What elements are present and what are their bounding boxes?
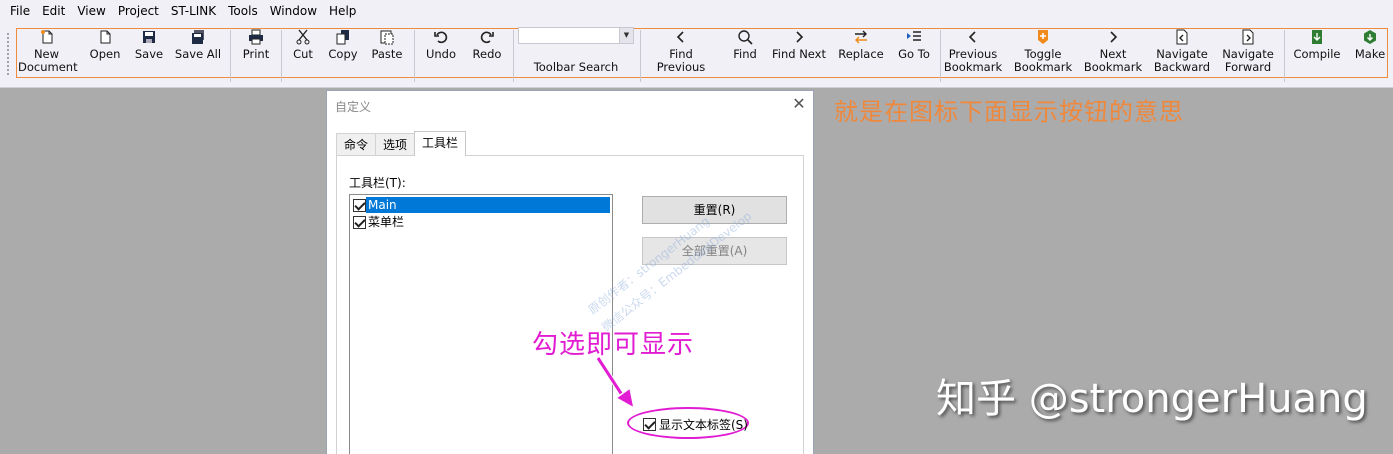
annotation-arrow-icon <box>595 356 636 410</box>
navigate-forward-button[interactable]: Navigate Forward <box>1218 28 1278 78</box>
replace-button[interactable]: Replace <box>837 28 885 78</box>
previous-bookmark-button[interactable]: Previous Bookmark <box>943 28 1003 78</box>
find-next-button[interactable]: Find Next <box>771 28 827 78</box>
cut-button[interactable]: Cut <box>286 28 320 78</box>
bookmark-icon <box>1038 30 1048 44</box>
save-button[interactable]: Save <box>133 28 165 78</box>
save-all-button[interactable]: Save All <box>174 28 222 78</box>
toolbar-search-input[interactable]: ▼ <box>518 27 634 44</box>
chevron-left-icon <box>676 31 684 43</box>
make-button[interactable]: Make <box>1350 28 1390 78</box>
checkbox[interactable] <box>353 215 366 229</box>
close-icon[interactable]: ✕ <box>791 96 807 112</box>
save-icon <box>143 31 155 43</box>
tab-toolbars[interactable]: 工具栏 <box>414 131 467 156</box>
toolbar-grip[interactable] <box>6 32 10 76</box>
new-document-button[interactable]: New Document <box>18 28 78 78</box>
show-text-labels-checkbox[interactable] <box>643 418 656 431</box>
open-icon <box>100 30 111 44</box>
make-icon <box>1364 30 1376 44</box>
menu-window[interactable]: Window <box>264 0 323 22</box>
copy-button[interactable]: Copy <box>325 28 361 78</box>
chevron-down-icon[interactable]: ▼ <box>619 28 633 43</box>
navigate-forward-icon <box>1242 29 1254 45</box>
watermark-text: 知乎 @strongerHuang <box>936 376 1368 422</box>
next-bookmark-button[interactable]: Next Bookmark <box>1083 28 1143 78</box>
show-text-labels-option[interactable]: 显示文本标签(S) <box>641 416 748 433</box>
open-button[interactable]: Open <box>84 28 126 78</box>
checkbox[interactable] <box>353 198 366 212</box>
redo-button[interactable]: Redo <box>467 28 507 78</box>
toolbar-separator <box>281 30 282 82</box>
chevron-right-icon <box>796 31 804 43</box>
navigate-backward-button[interactable]: Navigate Backward <box>1152 28 1212 78</box>
tab-commands[interactable]: 命令 <box>336 133 377 155</box>
undo-button[interactable]: Undo <box>421 28 461 78</box>
save-all-icon <box>192 30 204 44</box>
menu-bar: File Edit View Project ST-LINK Tools Win… <box>0 0 1393 22</box>
toolbar-separator <box>414 30 415 82</box>
toolbar-separator <box>513 30 514 82</box>
navigate-backward-icon <box>1176 29 1188 45</box>
chevron-left-icon <box>968 31 976 43</box>
copy-icon <box>336 30 349 45</box>
goto-icon <box>907 31 921 41</box>
menu-help[interactable]: Help <box>323 0 362 22</box>
dialog-tabs: 命令 选项 工具栏 <box>336 131 467 156</box>
toolbar-list-label: 工具栏(T): <box>349 176 406 190</box>
dialog-title: 自定义 <box>335 100 372 114</box>
compile-button[interactable]: Compile <box>1291 28 1343 78</box>
toolbar-separator <box>640 30 641 82</box>
go-to-button[interactable]: Go To <box>895 28 933 78</box>
menu-tools[interactable]: Tools <box>222 0 264 22</box>
menu-view[interactable]: View <box>71 0 111 22</box>
compile-icon <box>1312 30 1322 44</box>
customize-dialog: 自定义 ✕ 命令 选项 工具栏 工具栏(T): Main 菜单栏 重置(R) 全… <box>326 90 814 454</box>
cut-icon <box>296 29 310 45</box>
paste-button[interactable]: Paste <box>367 28 407 78</box>
new-document-icon <box>40 30 52 44</box>
undo-icon <box>434 31 448 44</box>
annotation-text-top: 就是在图标下面显示按钮的意思 <box>834 98 1184 126</box>
toolbar-separator <box>230 30 231 82</box>
chevron-right-icon <box>1110 31 1118 43</box>
find-previous-button[interactable]: Find Previous <box>644 28 718 78</box>
toolbar-search-label: Toolbar Search <box>533 60 619 74</box>
print-button[interactable]: Print <box>238 28 274 78</box>
menu-st-link[interactable]: ST-LINK <box>165 0 222 22</box>
magnifier-icon <box>738 30 753 45</box>
menu-file[interactable]: File <box>4 0 36 22</box>
tab-options[interactable]: 选项 <box>375 133 416 155</box>
menu-edit[interactable]: Edit <box>36 0 71 22</box>
print-icon <box>249 29 263 45</box>
toolbar-separator <box>1284 30 1285 82</box>
list-item[interactable]: Main <box>351 197 610 213</box>
paste-icon <box>380 30 394 45</box>
toggle-bookmark-button[interactable]: Toggle Bookmark <box>1013 28 1073 78</box>
find-button[interactable]: Find <box>727 28 763 78</box>
replace-icon <box>855 30 867 44</box>
toolbar-separator <box>940 30 941 82</box>
menu-project[interactable]: Project <box>112 0 165 22</box>
list-item[interactable]: 菜单栏 <box>351 214 610 230</box>
redo-icon <box>480 31 494 44</box>
